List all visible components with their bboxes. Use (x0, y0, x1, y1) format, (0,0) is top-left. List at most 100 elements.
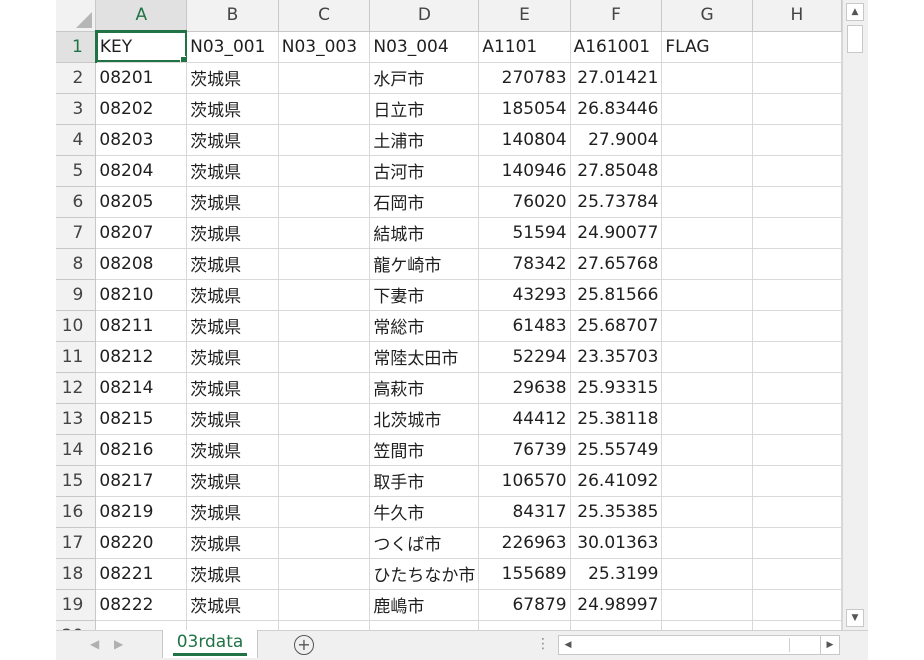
cell-h1[interactable] (752, 31, 842, 63)
cell-b7[interactable]: 茨城県 (186, 217, 279, 249)
cell-d7[interactable]: 結城市 (369, 217, 480, 249)
cell-f20[interactable] (570, 620, 663, 630)
cell-f5[interactable]: 27.85048 (570, 155, 663, 187)
cell-a4[interactable]: 08203 (95, 124, 188, 156)
cell-h9[interactable] (752, 279, 842, 311)
row-header[interactable]: 7 (56, 217, 97, 249)
cell-h11[interactable] (752, 341, 842, 373)
cell-f14[interactable]: 25.55749 (570, 434, 663, 466)
cell-a10[interactable]: 08211 (95, 310, 188, 342)
row-header[interactable]: 4 (56, 124, 97, 156)
column-header-a[interactable]: A (95, 0, 188, 32)
scroll-down-icon[interactable]: ▼ (846, 609, 864, 627)
cell-e15[interactable]: 106570 (478, 465, 571, 497)
cell-c10[interactable] (278, 310, 371, 342)
cell-d1[interactable]: N03_004 (369, 31, 480, 63)
cell-c6[interactable] (278, 186, 371, 218)
cell-h20[interactable] (752, 620, 842, 630)
column-header-h[interactable]: H (752, 0, 842, 32)
cell-f7[interactable]: 24.90077 (570, 217, 663, 249)
cell-g11[interactable] (661, 341, 753, 373)
row-header[interactable]: 12 (56, 372, 97, 404)
cell-h12[interactable] (752, 372, 842, 404)
cell-h3[interactable] (752, 93, 842, 125)
cell-h16[interactable] (752, 496, 842, 528)
cell-a8[interactable]: 08208 (95, 248, 188, 280)
cell-f13[interactable]: 25.38118 (570, 403, 663, 435)
cell-b6[interactable]: 茨城県 (186, 186, 279, 218)
cell-b20[interactable] (186, 620, 279, 630)
cell-f16[interactable]: 25.35385 (570, 496, 663, 528)
cell-e18[interactable]: 155689 (478, 558, 571, 590)
cell-g15[interactable] (661, 465, 753, 497)
cell-d3[interactable]: 日立市 (369, 93, 480, 125)
cell-c19[interactable] (278, 589, 371, 621)
cell-b15[interactable]: 茨城県 (186, 465, 279, 497)
cell-g9[interactable] (661, 279, 753, 311)
cell-d9[interactable]: 下妻市 (369, 279, 480, 311)
cell-b3[interactable]: 茨城県 (186, 93, 279, 125)
cell-c8[interactable] (278, 248, 371, 280)
vertical-scrollbar[interactable]: ▲ ▼ (842, 0, 868, 630)
cell-d5[interactable]: 古河市 (369, 155, 480, 187)
cell-e1[interactable]: A1101 (478, 31, 571, 63)
scroll-left-icon[interactable]: ◀ (561, 638, 575, 652)
cell-g8[interactable] (661, 248, 753, 280)
cell-c7[interactable] (278, 217, 371, 249)
cell-f10[interactable]: 25.68707 (570, 310, 663, 342)
cell-e20[interactable] (478, 620, 571, 630)
cell-d6[interactable]: 石岡市 (369, 186, 480, 218)
cell-g12[interactable] (661, 372, 753, 404)
cell-e5[interactable]: 140946 (478, 155, 571, 187)
cell-g17[interactable] (661, 527, 753, 559)
cell-b18[interactable]: 茨城県 (186, 558, 279, 590)
cell-e10[interactable]: 61483 (478, 310, 571, 342)
spreadsheet-grid[interactable]: ABCDEFGH 1 KEY N03_001 N03_003 N03_004 A1101 A… (56, 0, 842, 630)
cell-c3[interactable] (278, 93, 371, 125)
cell-d11[interactable]: 常陸太田市 (369, 341, 480, 373)
cell-b4[interactable]: 茨城県 (186, 124, 279, 156)
tab-prev-icon[interactable]: ◀ (90, 637, 99, 651)
row-header[interactable]: 13 (56, 403, 97, 435)
row-header[interactable]: 5 (56, 155, 97, 187)
cell-e12[interactable]: 29638 (478, 372, 571, 404)
cell-h6[interactable] (752, 186, 842, 218)
sheet-tab-03rdata[interactable]: 03rdata (162, 630, 258, 658)
cell-g13[interactable] (661, 403, 753, 435)
cell-b17[interactable]: 茨城県 (186, 527, 279, 559)
cell-c2[interactable] (278, 62, 371, 94)
cell-c18[interactable] (278, 558, 371, 590)
cell-a7[interactable]: 08207 (95, 217, 188, 249)
cell-d10[interactable]: 常総市 (369, 310, 480, 342)
cell-b11[interactable]: 茨城県 (186, 341, 279, 373)
cell-g3[interactable] (661, 93, 753, 125)
cell-h5[interactable] (752, 155, 842, 187)
cell-h10[interactable] (752, 310, 842, 342)
horizontal-scrollbar[interactable]: ◀ ▶ (558, 635, 840, 655)
cell-a12[interactable]: 08214 (95, 372, 188, 404)
cell-f8[interactable]: 27.65768 (570, 248, 663, 280)
cell-d18[interactable]: ひたちなか市 (369, 558, 480, 590)
cell-d13[interactable]: 北茨城市 (369, 403, 480, 435)
scroll-up-icon[interactable]: ▲ (846, 3, 864, 21)
row-header[interactable]: 15 (56, 465, 97, 497)
cell-c1[interactable]: N03_003 (278, 31, 371, 63)
cell-b19[interactable]: 茨城県 (186, 589, 279, 621)
cell-a2[interactable]: 08201 (95, 62, 188, 94)
cell-f12[interactable]: 25.93315 (570, 372, 663, 404)
cell-d19[interactable]: 鹿嶋市 (369, 589, 480, 621)
cell-f1[interactable]: A161001 (570, 31, 663, 63)
cell-d2[interactable]: 水戸市 (369, 62, 480, 94)
cell-f19[interactable]: 24.98997 (570, 589, 663, 621)
cell-a14[interactable]: 08216 (95, 434, 188, 466)
cell-c4[interactable] (278, 124, 371, 156)
cell-b16[interactable]: 茨城県 (186, 496, 279, 528)
cell-f11[interactable]: 23.35703 (570, 341, 663, 373)
cell-b5[interactable]: 茨城県 (186, 155, 279, 187)
row-header[interactable]: 6 (56, 186, 97, 218)
column-header-f[interactable]: F (570, 0, 663, 32)
cell-h14[interactable] (752, 434, 842, 466)
tab-next-icon[interactable]: ▶ (114, 637, 123, 651)
cell-b13[interactable]: 茨城県 (186, 403, 279, 435)
cell-g7[interactable] (661, 217, 753, 249)
